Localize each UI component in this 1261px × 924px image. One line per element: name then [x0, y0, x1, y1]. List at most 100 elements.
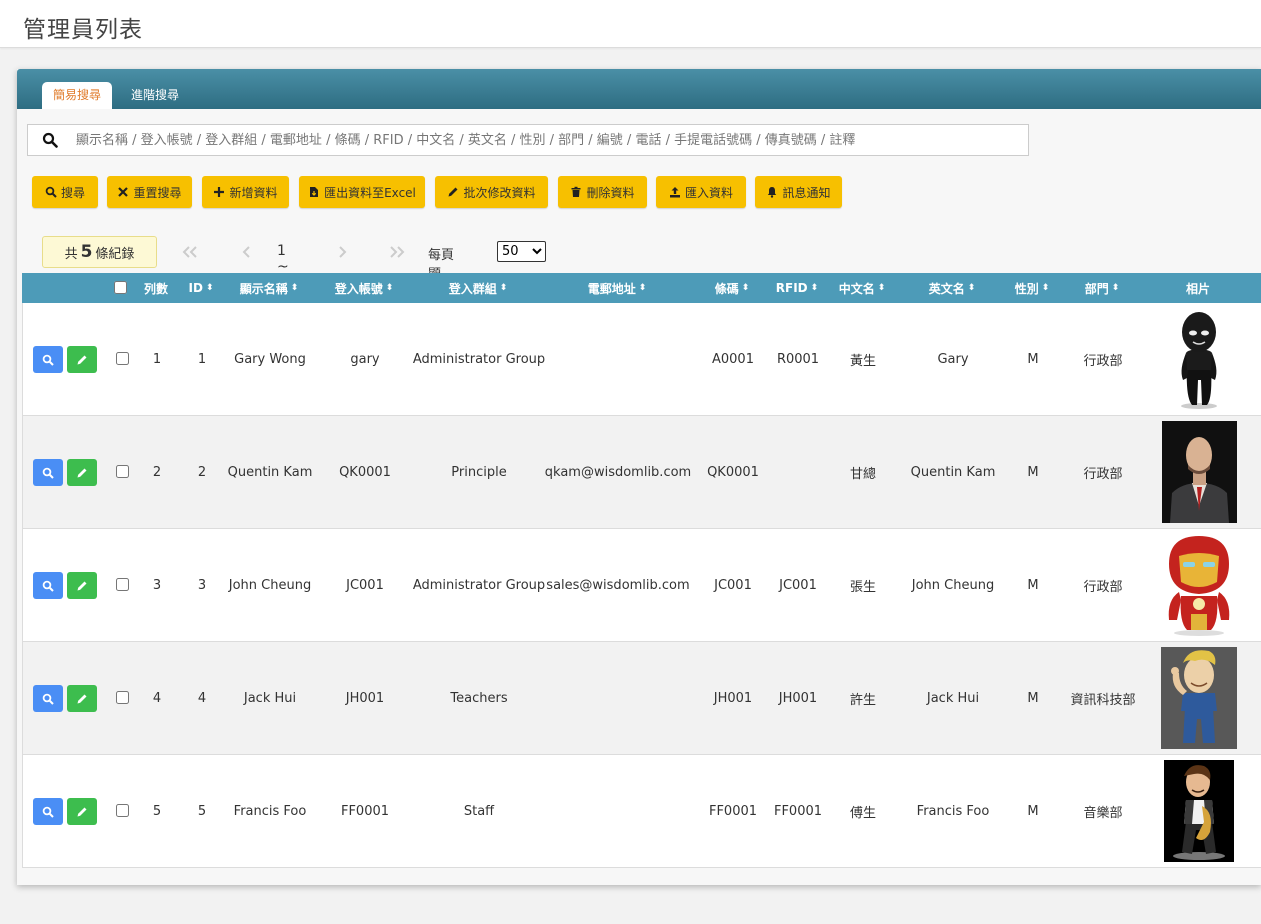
import-button[interactable]: 匯入資料: [656, 176, 746, 208]
next-page-button[interactable]: [317, 236, 367, 268]
table-row: 2 2 Quentin Kam QK0001 Principle qkam@wi…: [22, 416, 1261, 529]
tab-advanced-search[interactable]: 進階搜尋: [120, 82, 190, 109]
cell-login: gary: [350, 351, 380, 367]
row-checkbox[interactable]: [116, 578, 129, 591]
table-header: 列數 ID ⬍ 顯示名稱 ⬍ 登入帳號 ⬍ 登入群組 ⬍ 電郵地址 ⬍ 條碼 ⬍ RFID ⬍…: [22, 273, 1261, 303]
col-dept-label: 部門: [1084, 281, 1109, 296]
col-ename[interactable]: 英文名 ⬍: [902, 273, 1002, 303]
cell-group: Staff: [463, 803, 495, 819]
chevron-right-icon: [339, 246, 347, 258]
avatar-photo: [1161, 647, 1237, 749]
view-button[interactable]: [33, 685, 63, 712]
avatar-photo: [1168, 536, 1230, 636]
cell-ename: Quentin Kam: [910, 464, 996, 480]
cell-row-no: 5: [152, 803, 162, 819]
search-button-label: 搜尋: [60, 185, 85, 200]
prev-page-button[interactable]: [222, 236, 272, 268]
per-page-select[interactable]: 50: [497, 241, 546, 262]
table-row: 4 4 Jack Hui JH001 Teachers JH001 JH001 …: [22, 642, 1261, 755]
cell-ename: Francis Foo: [916, 803, 990, 819]
delete-button-label: 刪除資料: [586, 185, 635, 200]
cell-login: JC001: [346, 577, 384, 593]
col-email[interactable]: 電郵地址 ⬍: [542, 273, 692, 303]
first-page-button[interactable]: [165, 236, 215, 268]
cell-email: [543, 642, 693, 754]
edit-button[interactable]: [67, 798, 97, 825]
export-excel-button-label: 匯出資料至Excel: [324, 185, 416, 200]
cell-row-no: 2: [152, 464, 162, 480]
notify-button[interactable]: 訊息通知: [755, 176, 842, 208]
cell-rfid: R0001: [776, 351, 820, 367]
cell-dept: 資訊科技部: [1070, 692, 1136, 708]
col-barcode[interactable]: 條碼 ⬍: [692, 273, 772, 303]
row-checkbox[interactable]: [116, 804, 129, 817]
notify-button-label: 訊息通知: [782, 185, 831, 200]
cell-gender: M: [1027, 351, 1039, 367]
sort-icon: ⬍: [967, 283, 976, 293]
view-button[interactable]: [33, 459, 63, 486]
bell-icon: [768, 187, 777, 198]
cell-barcode: JC001: [714, 577, 752, 593]
edit-button[interactable]: [67, 685, 97, 712]
search-button[interactable]: 搜尋: [32, 176, 98, 208]
col-group-label: 登入群組: [448, 281, 497, 296]
edit-button[interactable]: [67, 572, 97, 599]
cell-login: JH001: [345, 690, 385, 706]
double-chevron-right-icon: [390, 246, 405, 258]
search-input[interactable]: [76, 125, 1016, 155]
cell-cname: 許生: [849, 692, 876, 708]
col-rfid[interactable]: RFID ⬍: [772, 273, 822, 303]
import-button-label: 匯入資料: [684, 185, 733, 200]
col-row-no-label: 列數: [143, 281, 168, 296]
row-checkbox[interactable]: [116, 352, 129, 365]
sort-icon: ⬍: [1111, 283, 1120, 293]
pencil-icon: [77, 807, 87, 816]
sort-icon: ⬍: [638, 283, 647, 293]
view-button[interactable]: [33, 572, 63, 599]
cell-barcode: A0001: [712, 351, 754, 367]
col-group[interactable]: 登入群組 ⬍: [414, 273, 542, 303]
col-ename-label: 英文名: [928, 281, 965, 296]
total-count: 5: [80, 242, 93, 262]
col-cname[interactable]: 中文名 ⬍: [822, 273, 902, 303]
search-icon: [42, 467, 54, 479]
cell-gender: M: [1027, 803, 1039, 819]
plus-icon: [214, 187, 225, 197]
cell-login: QK0001: [339, 464, 391, 480]
reset-search-button[interactable]: 重置搜尋: [107, 176, 192, 208]
col-id[interactable]: ID ⬍: [178, 273, 224, 303]
cell-group: Principle: [451, 464, 507, 480]
edit-button[interactable]: [67, 459, 97, 486]
chevron-left-icon: [242, 246, 250, 258]
row-checkbox[interactable]: [116, 465, 129, 478]
col-login[interactable]: 登入帳號 ⬍: [314, 273, 414, 303]
view-button[interactable]: [33, 798, 63, 825]
admin-list-panel: 簡易搜尋 進階搜尋 搜尋 重置搜尋 新增資料 匯出資料至Excel 批次修改資料: [17, 69, 1261, 885]
avatar-photo: [1162, 421, 1237, 523]
edit-button[interactable]: [67, 346, 97, 373]
select-all-checkbox[interactable]: [114, 281, 127, 294]
sort-icon: ⬍: [290, 283, 299, 293]
cell-id: 1: [197, 351, 207, 367]
col-barcode-label: 條碼: [714, 281, 739, 296]
sort-icon: ⬍: [810, 283, 819, 293]
col-gender[interactable]: 性別 ⬍: [1002, 273, 1062, 303]
cell-id: 4: [197, 690, 207, 706]
cell-id: 2: [197, 464, 207, 480]
table-row: 3 3 John Cheung JC001 Administrator Grou…: [22, 529, 1261, 642]
add-record-button[interactable]: 新增資料: [202, 176, 289, 208]
tab-simple-search[interactable]: 簡易搜尋: [42, 82, 113, 109]
row-checkbox[interactable]: [116, 691, 129, 704]
col-login-label: 登入帳號: [334, 281, 383, 296]
total-prefix: 共: [64, 246, 78, 262]
batch-edit-button[interactable]: 批次修改資料: [435, 176, 548, 208]
col-display-name[interactable]: 顯示名稱 ⬍: [224, 273, 314, 303]
col-dept[interactable]: 部門 ⬍: [1062, 273, 1142, 303]
export-excel-button[interactable]: 匯出資料至Excel: [299, 176, 425, 208]
sort-icon: ⬍: [205, 283, 214, 293]
view-button[interactable]: [33, 346, 63, 373]
cell-barcode: FF0001: [708, 803, 758, 819]
last-page-button[interactable]: [372, 236, 422, 268]
delete-button[interactable]: 刪除資料: [558, 176, 647, 208]
double-chevron-left-icon: [182, 246, 197, 258]
